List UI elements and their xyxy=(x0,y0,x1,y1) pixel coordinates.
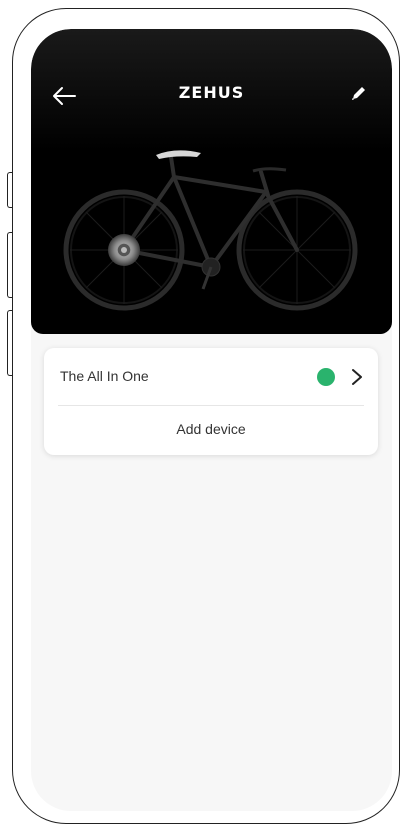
bicycle-image xyxy=(63,150,358,311)
volume-down-button xyxy=(7,310,12,376)
device-card: The All In One Add device xyxy=(44,348,378,455)
header-hero: ZEHUS xyxy=(31,29,392,334)
volume-up-button xyxy=(7,232,12,298)
brand-logo: ZEHUS xyxy=(178,83,245,102)
add-device-button[interactable]: Add device xyxy=(44,406,378,455)
status-dot xyxy=(317,368,335,386)
device-name: The All In One xyxy=(60,368,149,384)
mute-switch xyxy=(7,172,12,208)
chevron-right-icon xyxy=(352,369,362,385)
pencil-icon[interactable] xyxy=(350,84,368,102)
device-row[interactable]: The All In One xyxy=(44,348,378,405)
app-screen: ZEHUS The All In One Add device xyxy=(31,29,392,811)
